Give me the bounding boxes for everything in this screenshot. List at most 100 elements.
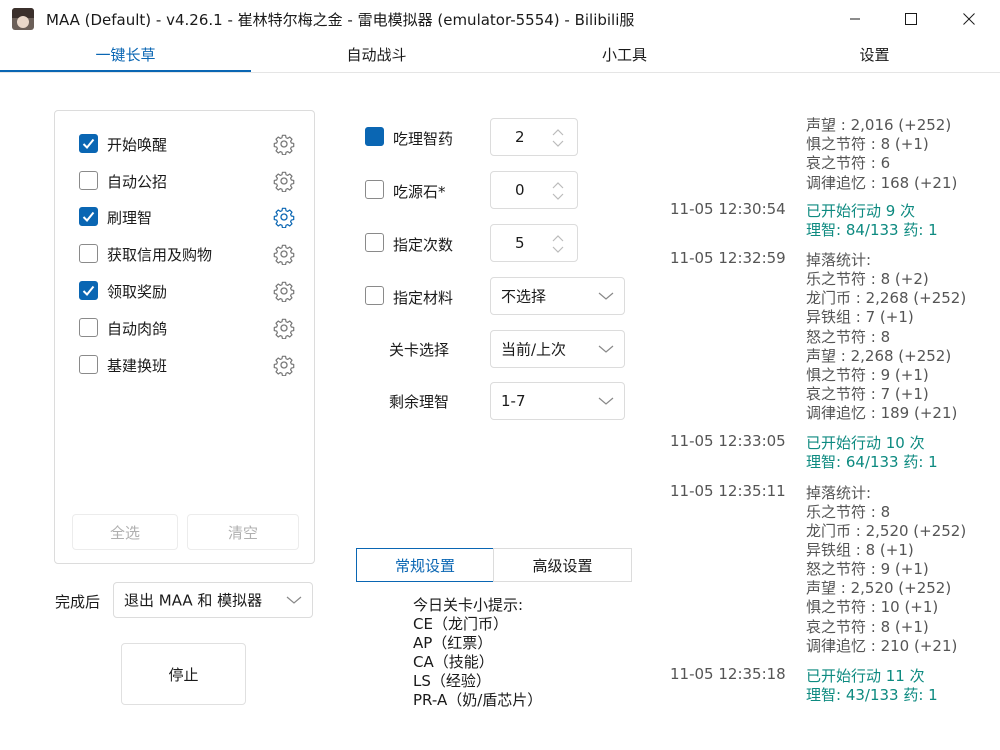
medicine-option[interactable]: 吃理智药 bbox=[365, 126, 475, 150]
checkbox[interactable] bbox=[365, 180, 384, 199]
medicine-count-input[interactable]: 2 bbox=[490, 118, 578, 156]
chevron-down-icon bbox=[598, 345, 614, 353]
log-line: 掉落统计: bbox=[806, 250, 872, 269]
gear-icon[interactable] bbox=[273, 280, 295, 302]
checkbox[interactable] bbox=[79, 134, 98, 153]
title-bar: MAA (Default) - v4.26.1 - 崔林特尔梅之金 - 雷电模拟… bbox=[0, 0, 1000, 38]
task-label: 获取信用及购物 bbox=[107, 246, 213, 264]
log-line: 已开始行动 10 次 bbox=[806, 434, 925, 453]
minimize-icon[interactable] bbox=[832, 0, 878, 38]
task-item-credit-shop[interactable]: 获取信用及购物 bbox=[79, 242, 299, 266]
checkbox[interactable] bbox=[79, 355, 98, 374]
medicine-label: 吃理智药 bbox=[393, 130, 454, 148]
times-option[interactable]: 指定次数 bbox=[365, 232, 475, 256]
log-line: 乐之节符 : 8 bbox=[806, 502, 891, 521]
log-line: 理智: 43/133 药: 1 bbox=[806, 686, 938, 704]
gear-icon[interactable] bbox=[273, 133, 295, 155]
material-option[interactable]: 指定材料 bbox=[365, 285, 475, 309]
task-item-infrast[interactable]: 基建换班 bbox=[79, 353, 299, 377]
checkbox[interactable] bbox=[365, 233, 384, 252]
tips-line: CA（技能） bbox=[413, 653, 494, 671]
checkbox[interactable] bbox=[79, 318, 98, 337]
log-line: 哀之节符 : 7 (+1) bbox=[806, 384, 929, 403]
tips-line: AP（红票） bbox=[413, 634, 493, 652]
log-line: 异铁组 : 8 (+1) bbox=[806, 541, 914, 559]
log-line: 龙门币 : 2,268 (+252) bbox=[806, 289, 967, 308]
log-line: 惧之节符 : 9 (+1) bbox=[806, 365, 929, 384]
tab-one-click[interactable]: 一键长草 bbox=[0, 44, 251, 66]
gear-icon[interactable] bbox=[273, 206, 295, 228]
task-item-recruit[interactable]: 自动公招 bbox=[79, 169, 299, 193]
log-timestamp: 11-05 12:32:59 bbox=[670, 248, 786, 267]
log-line: 已开始行动 11 次 bbox=[806, 666, 925, 685]
chevron-down-icon bbox=[598, 397, 614, 405]
stone-option[interactable]: 吃源石* bbox=[365, 179, 475, 203]
stepper-icon[interactable] bbox=[551, 180, 565, 202]
select-value: 退出 MAA 和 模拟器 bbox=[124, 591, 263, 610]
maximize-icon[interactable] bbox=[888, 0, 934, 38]
after-completion-label: 完成后 bbox=[55, 593, 101, 611]
gear-icon[interactable] bbox=[273, 170, 295, 192]
tab-auto-battle[interactable]: 自动战斗 bbox=[251, 44, 502, 66]
log-line: 惧之节符 : 8 (+1) bbox=[806, 135, 929, 154]
material-label: 指定材料 bbox=[393, 289, 454, 307]
input-value: 0 bbox=[515, 181, 525, 199]
task-item-wakeup[interactable]: 开始唤醒 bbox=[79, 132, 299, 156]
log-line: 哀之节符 : 8 (+1) bbox=[806, 617, 929, 636]
log-line: 声望 : 2,268 (+252) bbox=[806, 346, 952, 365]
input-value: 5 bbox=[515, 234, 525, 252]
checkbox[interactable] bbox=[365, 286, 384, 305]
log-line: 调律追忆 : 210 (+21) bbox=[806, 636, 958, 655]
log-line: 哀之节符 : 6 bbox=[806, 154, 891, 173]
remaining-select[interactable]: 1-7 bbox=[490, 382, 625, 420]
stepper-icon[interactable] bbox=[551, 127, 565, 149]
tab-tools[interactable]: 小工具 bbox=[500, 44, 749, 66]
log-timestamp: 11-05 12:35:18 bbox=[670, 664, 786, 683]
tab-general-settings[interactable]: 常规设置 bbox=[356, 548, 494, 582]
task-item-roguelike[interactable]: 自动肉鸽 bbox=[79, 316, 299, 340]
tab-settings[interactable]: 设置 bbox=[749, 44, 1000, 66]
checkbox[interactable] bbox=[79, 281, 98, 300]
checkbox[interactable] bbox=[79, 171, 98, 190]
task-item-sanity[interactable]: 刷理智 bbox=[79, 205, 299, 229]
tab-divider bbox=[0, 72, 1000, 73]
gear-icon[interactable] bbox=[273, 243, 295, 265]
log-line: 异铁组 : 7 (+1) bbox=[806, 308, 914, 327]
log-timestamp: 11-05 12:30:54 bbox=[670, 199, 786, 218]
log-line: 惧之节符 : 10 (+1) bbox=[806, 598, 939, 617]
log-line: 理智: 84/133 药: 1 bbox=[806, 220, 938, 239]
log-line: 调律追忆 : 189 (+21) bbox=[806, 404, 958, 423]
log-line: 乐之节符 : 8 (+2) bbox=[806, 270, 929, 289]
select-value: 1-7 bbox=[501, 392, 526, 410]
log-line: 调律追忆 : 168 (+21) bbox=[806, 173, 958, 192]
app-icon bbox=[12, 8, 34, 30]
checkbox[interactable] bbox=[79, 207, 98, 226]
log-line: 理智: 64/133 药: 1 bbox=[806, 453, 938, 472]
stone-label: 吃源石* bbox=[393, 183, 446, 201]
gear-icon[interactable] bbox=[273, 317, 295, 339]
select-value: 不选择 bbox=[501, 287, 547, 306]
task-label: 刷理智 bbox=[107, 209, 153, 227]
log-line: 掉落统计: bbox=[806, 483, 872, 502]
after-completion-select[interactable]: 退出 MAA 和 模拟器 bbox=[113, 582, 313, 618]
checkbox[interactable] bbox=[79, 244, 98, 263]
task-item-rewards[interactable]: 领取奖励 bbox=[79, 279, 299, 303]
gear-icon[interactable] bbox=[273, 354, 295, 376]
stepper-icon[interactable] bbox=[551, 233, 565, 255]
material-select[interactable]: 不选择 bbox=[490, 277, 625, 315]
log-line: 怒之节符 : 9 (+1) bbox=[806, 560, 929, 579]
stage-label: 关卡选择 bbox=[389, 341, 450, 359]
stop-button[interactable]: 停止 bbox=[121, 643, 246, 705]
select-all-button[interactable]: 全选 bbox=[72, 514, 178, 550]
checkbox[interactable] bbox=[365, 127, 384, 146]
clear-button[interactable]: 清空 bbox=[187, 514, 299, 550]
times-count-input[interactable]: 5 bbox=[490, 224, 578, 262]
tab-advanced-settings[interactable]: 高级设置 bbox=[493, 548, 632, 582]
close-icon[interactable] bbox=[946, 0, 992, 38]
task-label: 开始唤醒 bbox=[107, 136, 168, 154]
input-value: 2 bbox=[515, 128, 525, 146]
tips-line: CE（龙门币） bbox=[413, 615, 508, 633]
stone-count-input[interactable]: 0 bbox=[490, 171, 578, 209]
log-line: 声望 : 2,016 (+252) bbox=[806, 116, 952, 134]
stage-select[interactable]: 当前/上次 bbox=[490, 330, 625, 368]
